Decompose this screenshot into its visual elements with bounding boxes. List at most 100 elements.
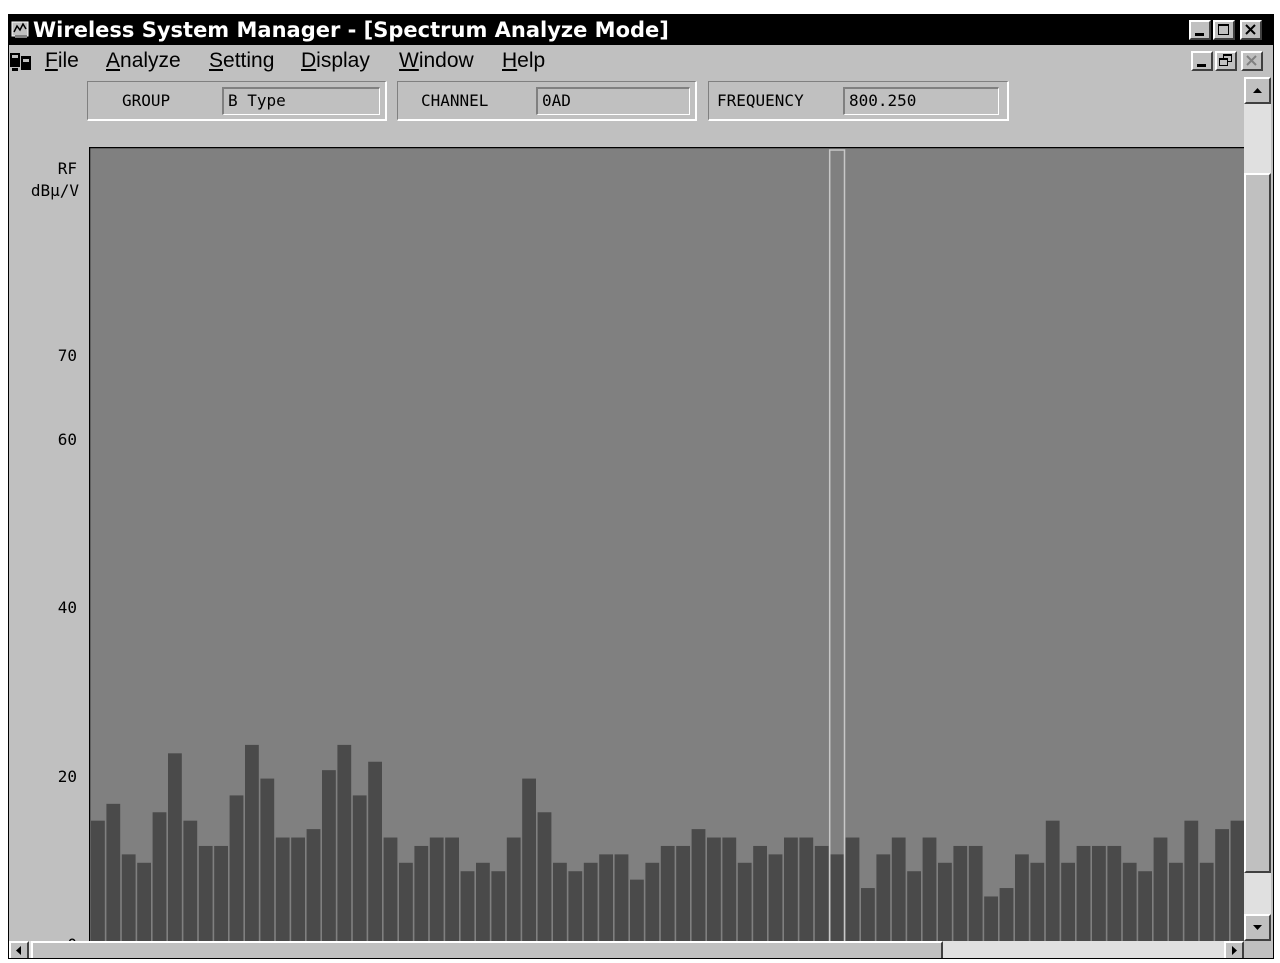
scroll-up-button[interactable] xyxy=(1244,77,1271,104)
spectrum-bar xyxy=(876,854,891,941)
vertical-scroll-thumb[interactable] xyxy=(1244,173,1271,873)
window-title: Wireless System Manager - [Spectrum Anal… xyxy=(33,18,669,42)
spectrum-bar xyxy=(784,837,798,941)
spectrum-bar xyxy=(1138,871,1152,941)
spectrum-bar xyxy=(352,795,367,941)
spectrum-bar xyxy=(1107,845,1122,941)
scroll-right-button[interactable] xyxy=(1224,941,1244,958)
spectrum-bar xyxy=(245,744,259,941)
spectrum-plot[interactable] xyxy=(89,147,1244,941)
minimize-button[interactable] xyxy=(1189,20,1211,40)
vertical-scrollbar[interactable] xyxy=(1244,77,1271,941)
spectrum-bar xyxy=(553,862,567,941)
minimize-icon xyxy=(1197,64,1206,67)
app-window: Wireless System Manager - [Spectrum Anal… xyxy=(8,14,1274,959)
spectrum-bar xyxy=(306,829,321,941)
child-close-button[interactable] xyxy=(1241,51,1263,71)
spectrum-bar xyxy=(537,812,552,941)
menu-analyze[interactable]: Analyze xyxy=(106,48,181,74)
spectrum-bar xyxy=(460,871,475,941)
spectrum-bar xyxy=(645,862,660,941)
frequency-panel: FREQUENCY 800.250 xyxy=(708,81,1009,121)
spectrum-bar xyxy=(1061,862,1075,941)
app-icon[interactable] xyxy=(11,20,31,40)
spectrum-bar xyxy=(1015,854,1029,941)
title-bar[interactable]: Wireless System Manager - [Spectrum Anal… xyxy=(9,15,1273,45)
spectrum-bar xyxy=(1030,862,1045,941)
frequency-label: FREQUENCY xyxy=(717,91,804,110)
minimize-icon xyxy=(1195,33,1204,36)
spectrum-bar xyxy=(183,820,198,941)
maximize-button[interactable] xyxy=(1213,20,1235,40)
document-icon[interactable] xyxy=(9,51,33,73)
spectrum-bar xyxy=(445,837,459,941)
spectrum-bar xyxy=(337,744,352,941)
spectrum-bar xyxy=(121,854,136,941)
spectrum-bar xyxy=(476,862,490,941)
spectrum-bar xyxy=(322,770,336,941)
arrow-left-icon xyxy=(16,946,21,955)
restore-icon xyxy=(1219,54,1232,66)
spectrum-bar xyxy=(1076,845,1091,941)
channel-label: CHANNEL xyxy=(421,91,489,110)
spectrum-bar xyxy=(214,845,228,941)
maximize-icon xyxy=(1218,24,1229,35)
spectrum-bar xyxy=(1092,845,1106,941)
spectrum-bar xyxy=(491,871,506,941)
menu-setting[interactable]: Setting xyxy=(209,48,274,74)
group-label: GROUP xyxy=(122,91,171,110)
spectrum-bar xyxy=(399,862,413,941)
close-button[interactable] xyxy=(1240,20,1262,40)
spectrum-bar xyxy=(291,837,305,941)
arrow-down-icon xyxy=(1253,925,1262,930)
spectrum-bar xyxy=(968,845,983,941)
spectrum-bar xyxy=(198,845,213,941)
spectrum-bar xyxy=(1169,862,1183,941)
close-icon xyxy=(1245,24,1256,35)
scroll-down-button[interactable] xyxy=(1244,914,1271,941)
spectrum-bar xyxy=(753,845,767,941)
spectrum-bar xyxy=(999,888,1014,941)
spectrum-bar xyxy=(737,862,752,941)
spectrum-bar xyxy=(953,845,968,941)
spectrum-bar xyxy=(1122,862,1137,941)
spectrum-bar xyxy=(891,837,906,941)
child-minimize-button[interactable] xyxy=(1191,51,1213,71)
menu-display[interactable]: Display xyxy=(301,48,370,74)
spectrum-bar xyxy=(599,854,613,941)
scroll-left-button[interactable] xyxy=(9,941,29,958)
spectrum-bar xyxy=(260,778,275,941)
spectrum-bar xyxy=(861,888,875,941)
child-restore-button[interactable] xyxy=(1215,51,1237,71)
spectrum-bar xyxy=(1199,862,1214,941)
spectrum-bar xyxy=(137,862,151,941)
spectrum-bar xyxy=(907,871,921,941)
spectrum-bar xyxy=(429,837,444,941)
spectrum-bar xyxy=(799,837,814,941)
y-tick-label: 20 xyxy=(57,766,77,786)
spectrum-bar xyxy=(845,837,860,941)
spectrum-bar xyxy=(106,803,121,941)
y-tick-label: 60 xyxy=(57,429,77,449)
spectrum-bar xyxy=(1230,820,1244,941)
y-tick-label: 40 xyxy=(57,598,77,618)
spectrum-bar xyxy=(1215,829,1229,941)
spectrum-bar xyxy=(1153,837,1168,941)
spectrum-bar xyxy=(152,812,167,941)
menu-window[interactable]: Window xyxy=(399,48,474,74)
spectrum-bar xyxy=(275,837,290,941)
spectrum-bar xyxy=(691,829,706,941)
horizontal-scroll-thumb[interactable] xyxy=(31,941,943,958)
spectrum-bar xyxy=(506,837,521,941)
spectrum-bar xyxy=(614,854,629,941)
y-axis-label-rf: RF xyxy=(57,159,77,178)
menu-help[interactable]: Help xyxy=(502,48,545,74)
spectrum-bar xyxy=(583,862,598,941)
menu-file[interactable]: File xyxy=(45,48,79,74)
spectrum-bar xyxy=(1184,820,1199,941)
channel-value: 0AD xyxy=(536,87,690,115)
spectrum-bar xyxy=(676,845,690,941)
horizontal-scrollbar[interactable] xyxy=(9,941,1244,958)
spectrum-bar xyxy=(722,837,737,941)
y-axis-label-unit: dBμ/V xyxy=(30,181,79,200)
